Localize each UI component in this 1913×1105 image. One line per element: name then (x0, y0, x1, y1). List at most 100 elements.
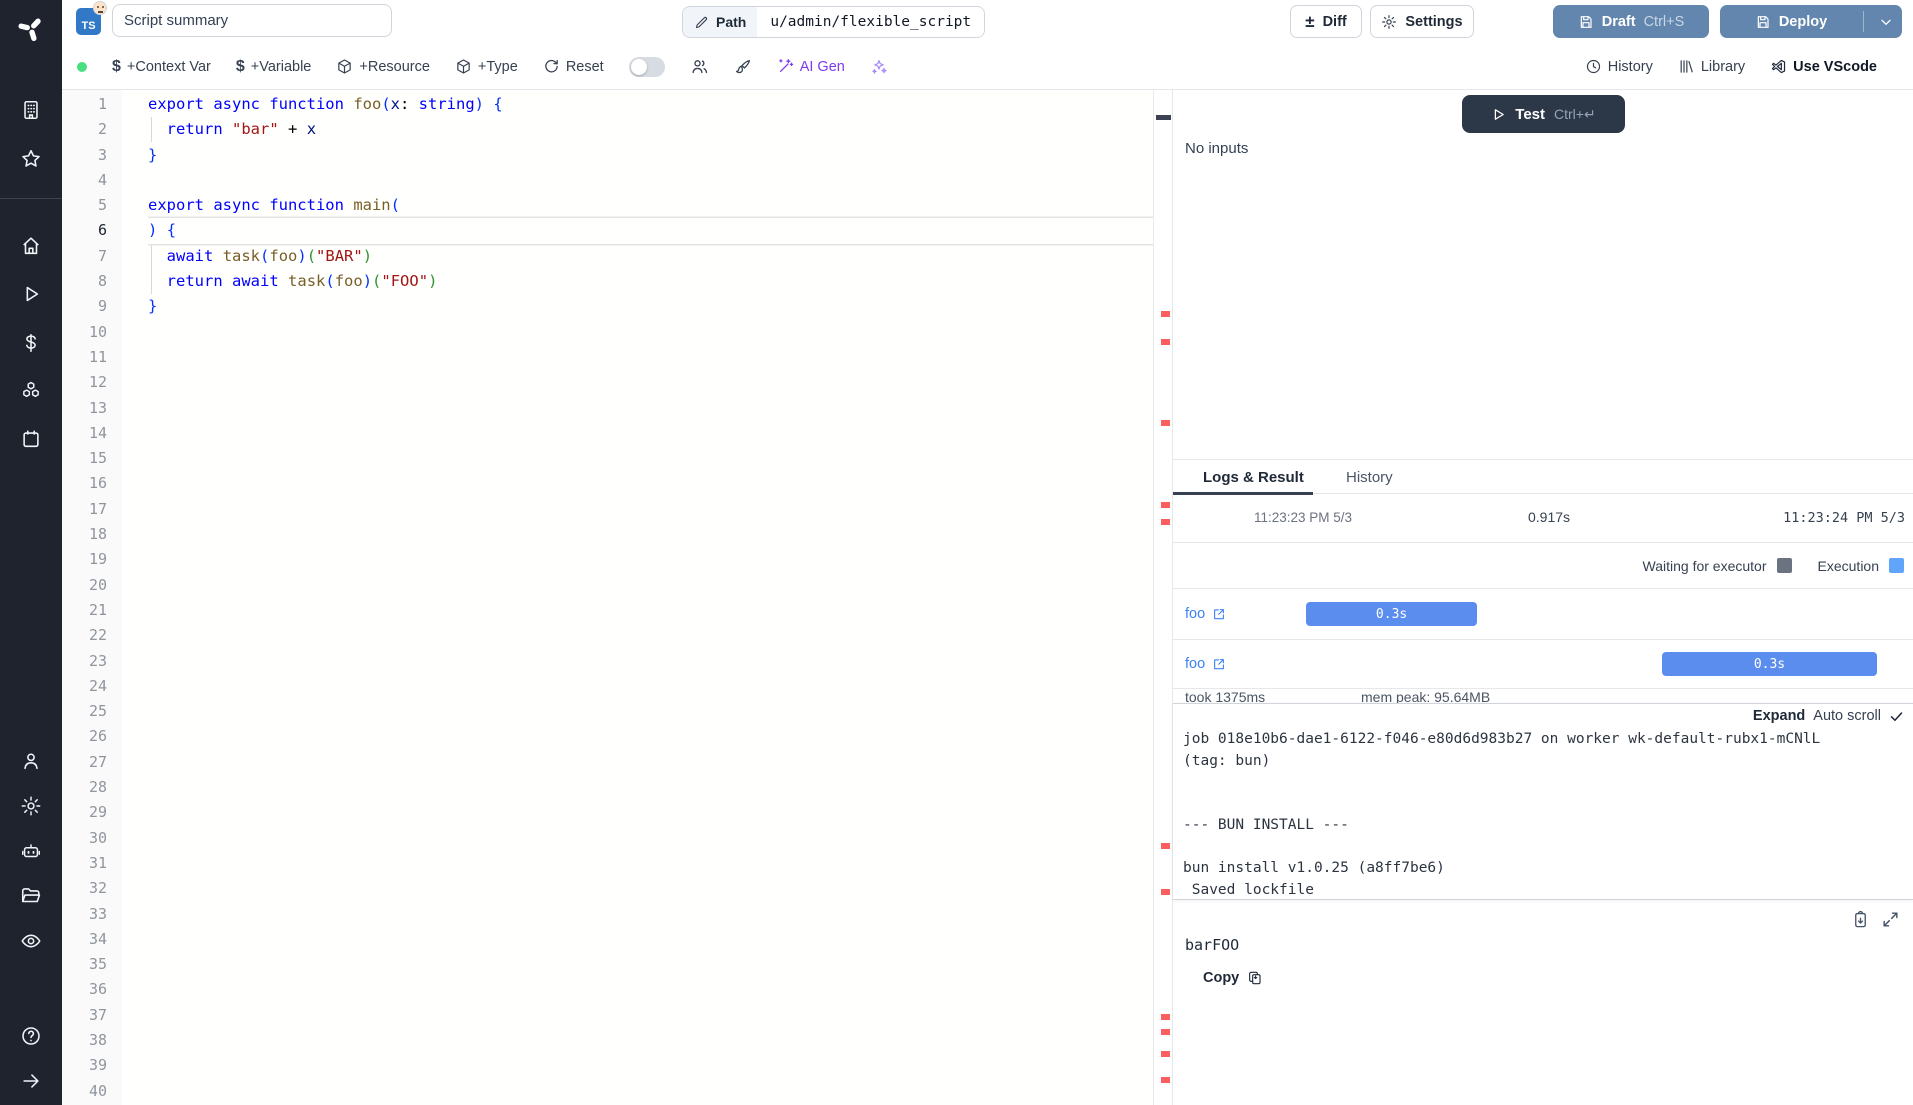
path-edit-button[interactable]: Path (683, 7, 757, 37)
audit-eye-icon[interactable] (0, 928, 62, 954)
history-button[interactable]: History (1585, 58, 1653, 75)
multiplayer-users-icon[interactable] (690, 57, 709, 76)
path-control[interactable]: Path u/admin/flexible_script (682, 6, 985, 38)
code-line[interactable] (148, 522, 1153, 547)
code-line[interactable] (148, 396, 1153, 421)
sparkles-icon[interactable] (870, 58, 888, 76)
folders-icon[interactable] (0, 883, 62, 909)
ai-gen-button[interactable]: AI Gen (777, 58, 845, 75)
format-brush-icon[interactable] (734, 58, 752, 76)
deploy-button[interactable]: Deploy (1720, 5, 1902, 38)
code-line[interactable] (148, 851, 1153, 876)
add-variable-button[interactable]: $ +Variable (236, 58, 312, 76)
code-line[interactable] (148, 826, 1153, 851)
settings-gear-icon[interactable] (0, 793, 62, 819)
add-context-var-button[interactable]: $ +Context Var (112, 58, 211, 76)
tab-history[interactable]: History (1346, 460, 1393, 494)
log-expand-button[interactable]: Expand (1753, 708, 1805, 724)
code-line[interactable] (148, 320, 1153, 345)
line-number: 24 (62, 674, 107, 699)
favorites-star-icon[interactable] (0, 146, 62, 172)
overview-ruler[interactable] (1153, 90, 1172, 1105)
reset-button[interactable]: Reset (543, 58, 604, 75)
code-line[interactable]: await task(foo)("BAR") (148, 244, 1153, 269)
autoscroll-label[interactable]: Auto scroll (1813, 708, 1881, 724)
code-line[interactable] (148, 800, 1153, 825)
code-line[interactable] (148, 724, 1153, 749)
line-number: 25 (62, 699, 107, 724)
error-mark (1161, 311, 1170, 317)
path-value[interactable]: u/admin/flexible_script (757, 7, 984, 37)
tab-logs-result[interactable]: Logs & Result (1203, 460, 1304, 494)
code-line[interactable] (148, 471, 1153, 496)
runs-play-icon[interactable] (0, 281, 62, 307)
code-editor[interactable]: 1234567891011121314151617181920212223242… (62, 90, 1153, 1105)
script-summary-input[interactable] (112, 4, 392, 37)
code-line[interactable] (148, 902, 1153, 927)
library-button[interactable]: Library (1678, 58, 1745, 75)
code-line[interactable] (148, 497, 1153, 522)
code-line[interactable] (148, 370, 1153, 395)
button-separator (1863, 11, 1864, 32)
add-resource-button[interactable]: +Resource (336, 58, 430, 75)
line-number: 4 (62, 168, 107, 193)
code-line[interactable] (148, 1028, 1153, 1053)
help-icon[interactable] (0, 1023, 62, 1049)
code-line[interactable]: export async function foo(x: string) { (148, 92, 1153, 117)
home-icon[interactable] (0, 233, 62, 259)
code-line[interactable] (148, 1079, 1153, 1104)
code-line[interactable] (148, 649, 1153, 674)
code-line[interactable]: ) { (148, 218, 1153, 243)
code-line[interactable] (148, 699, 1153, 724)
code-line[interactable] (148, 1003, 1153, 1028)
code-line[interactable] (148, 547, 1153, 572)
code-line[interactable] (148, 345, 1153, 370)
copy-result-button[interactable]: Copy (1203, 970, 1263, 986)
code-line[interactable] (148, 750, 1153, 775)
code-line[interactable] (148, 674, 1153, 699)
deploy-more-chevron[interactable] (1878, 5, 1894, 38)
collapse-arrow-icon[interactable] (0, 1068, 62, 1094)
job-link[interactable]: foo (1185, 606, 1226, 622)
code-line[interactable] (148, 1053, 1153, 1078)
timeline-legend: Waiting for executor Execution (1173, 543, 1913, 589)
variables-dollar-icon[interactable] (0, 330, 62, 356)
code-line[interactable] (148, 598, 1153, 623)
test-button[interactable]: Test Ctrl+↵ (1462, 95, 1625, 133)
code-line[interactable] (148, 927, 1153, 952)
users-person-icon[interactable] (0, 748, 62, 774)
code-line[interactable] (148, 876, 1153, 901)
draft-button[interactable]: Draft Ctrl+S (1553, 5, 1709, 38)
legend-waiting-swatch (1777, 558, 1792, 573)
code-content[interactable]: export async function foo(x: string) { r… (148, 92, 1153, 1104)
job-link[interactable]: foo (1185, 656, 1226, 672)
code-line[interactable] (148, 168, 1153, 193)
code-line[interactable]: } (148, 294, 1153, 319)
workers-robot-icon[interactable] (0, 838, 62, 864)
code-line[interactable] (148, 952, 1153, 977)
code-line[interactable]: } (148, 143, 1153, 168)
diff-mode-toggle[interactable] (629, 57, 665, 77)
diff-button[interactable]: ± Diff (1290, 5, 1362, 38)
settings-button[interactable]: Settings (1370, 5, 1474, 38)
code-line[interactable]: return "bar" + x (148, 117, 1153, 142)
code-line[interactable]: return await task(foo)("FOO") (148, 269, 1153, 294)
workspace-icon[interactable] (0, 97, 62, 123)
code-line[interactable] (148, 421, 1153, 446)
windmill-logo[interactable] (0, 15, 62, 41)
play-icon (1491, 107, 1506, 122)
add-type-button[interactable]: +Type (455, 58, 518, 75)
code-line[interactable] (148, 775, 1153, 800)
resources-boxes-icon[interactable] (0, 378, 62, 404)
schedules-calendar-icon[interactable] (0, 426, 62, 452)
line-number: 12 (62, 370, 107, 395)
log-viewer[interactable]: Expand Auto scroll job 018e10b6-dae1-612… (1173, 703, 1913, 900)
code-line[interactable] (148, 623, 1153, 648)
code-line[interactable]: export async function main( (148, 193, 1153, 218)
code-line[interactable] (148, 573, 1153, 598)
code-line[interactable] (148, 446, 1153, 471)
clipboard-copy-icon[interactable] (1851, 910, 1870, 929)
maximize-icon[interactable] (1881, 910, 1900, 929)
code-line[interactable] (148, 977, 1153, 1002)
use-vscode-button[interactable]: Use VScode (1770, 58, 1877, 75)
